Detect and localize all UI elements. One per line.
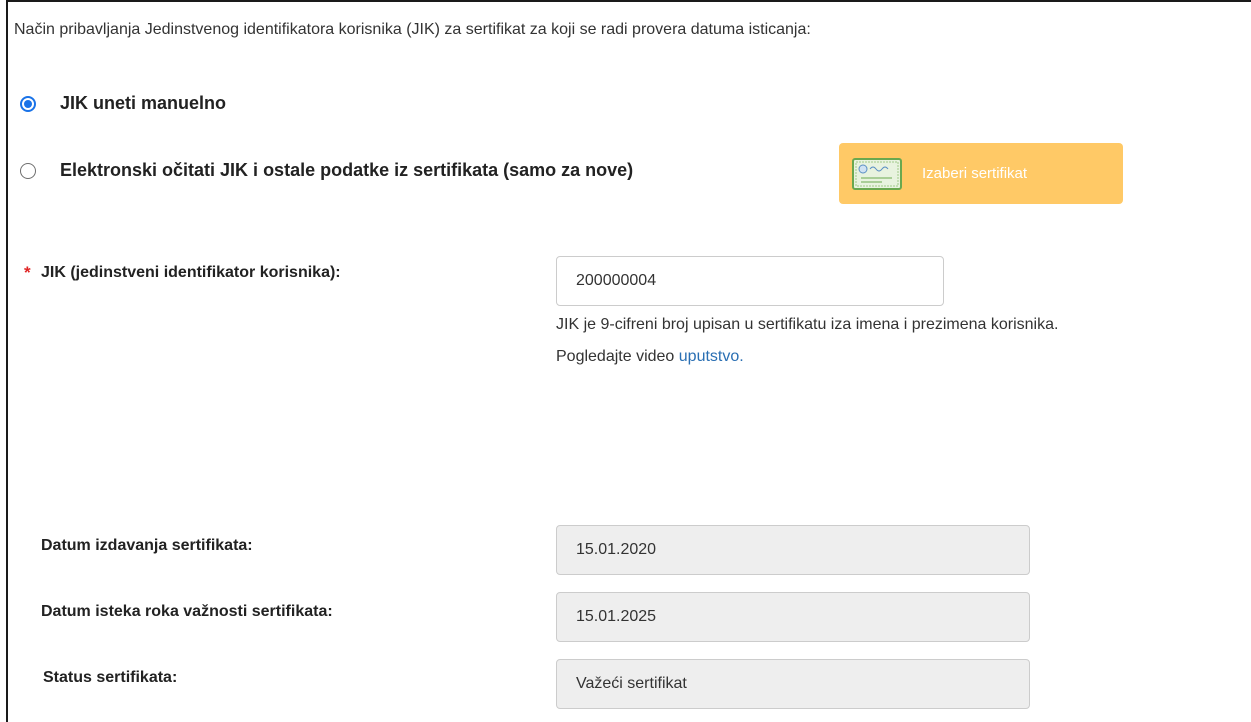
select-certificate-label: Izaberi sertifikat — [922, 165, 1028, 182]
certificate-icon — [852, 157, 902, 190]
jik-input[interactable]: 200000004 — [556, 256, 944, 306]
issue-date-label: Datum izdavanja sertifikata: — [41, 537, 253, 554]
expiry-date-label: Datum isteka roka važnosti sertifikata: — [41, 603, 333, 620]
jik-label: JIK (jedinstveni identifikator korisnika… — [41, 264, 341, 281]
jik-help-video: Pogledajte video uputstvo. — [556, 348, 744, 366]
option-manual-label[interactable]: JIK uneti manuelno — [60, 93, 226, 114]
issue-date-field: 15.01.2020 — [556, 525, 1030, 575]
intro-text: Način pribavljanja Jedinstvenog identifi… — [14, 21, 811, 38]
jik-help-video-prefix: Pogledajte video — [556, 348, 679, 365]
select-certificate-button[interactable]: Izaberi sertifikat — [839, 143, 1123, 204]
expiry-date-field: 15.01.2025 — [556, 592, 1030, 642]
option-electronic-label[interactable]: Elektronski očitati JIK i ostale podatke… — [60, 160, 633, 181]
radio-manual[interactable] — [20, 95, 36, 112]
jik-help-text: JIK je 9-cifreni broj upisan u sertifika… — [556, 316, 1059, 333]
video-instructions-link[interactable]: uputstvo. — [679, 348, 744, 365]
required-marker: * — [24, 263, 31, 282]
radio-electronic[interactable] — [20, 162, 36, 179]
status-field: Važeći sertifikat — [556, 659, 1030, 709]
status-label: Status sertifikata: — [43, 669, 178, 686]
option-electronic-row[interactable]: Elektronski očitati JIK i ostale podatke… — [20, 160, 633, 181]
option-manual-row[interactable]: JIK uneti manuelno — [20, 93, 226, 114]
